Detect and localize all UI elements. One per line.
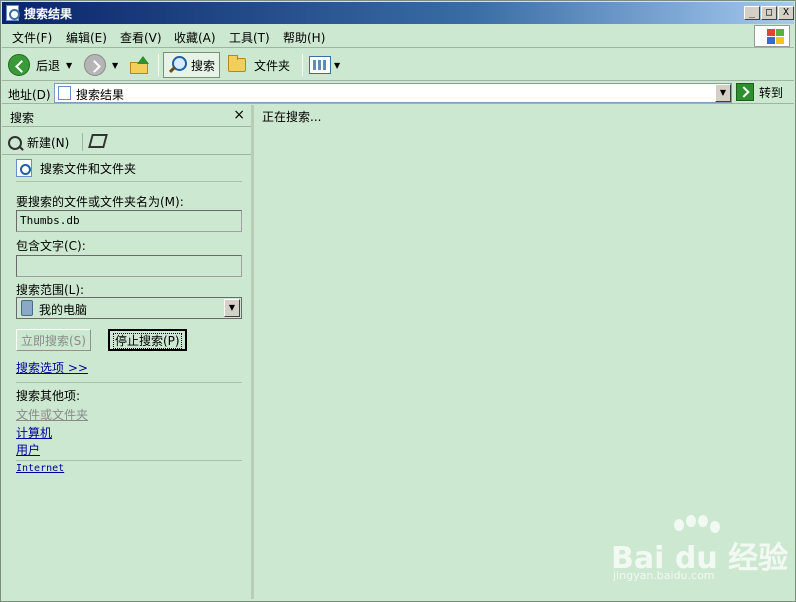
search-results-icon <box>6 5 20 21</box>
scope-select[interactable]: 我的电脑 ▼ <box>16 297 242 319</box>
maximize-button[interactable]: □ <box>761 6 777 20</box>
stop-search-label: 停止搜索(P) <box>113 333 182 349</box>
new-search-label: 新建(N) <box>27 136 70 150</box>
folders-button[interactable]: 文件夹 <box>228 52 290 78</box>
search-options-link[interactable]: 搜索选项 >> <box>16 359 88 376</box>
search-results-icon <box>58 86 71 100</box>
new-search-button[interactable]: 新建(N) <box>8 134 69 151</box>
watermark-url: jingyan.baidu.com <box>613 569 715 582</box>
contains-text-label: 包含文字(C): <box>16 239 86 253</box>
users-link[interactable]: 用户 <box>16 441 40 458</box>
address-value: 搜索结果 <box>76 88 125 102</box>
forward-arrow-icon <box>84 54 106 76</box>
computers-link[interactable]: 计算机 <box>16 424 52 441</box>
search-status-text: 正在搜索... <box>262 110 322 124</box>
search-pane: 搜索 × 新建(N) 搜索文件和文件夹 要搜索的文件或文件夹名为(M): Thu… <box>2 105 254 599</box>
section-title-text: 搜索文件和文件夹 <box>40 161 137 176</box>
back-label: 后退 <box>36 58 61 73</box>
contains-text-input[interactable] <box>16 255 242 277</box>
menu-favorites[interactable]: 收藏(A) <box>174 29 216 46</box>
divider <box>16 460 242 461</box>
scope-label: 搜索范围(L): <box>16 283 85 297</box>
section-title: 搜索文件和文件夹 <box>16 159 136 177</box>
views-icon <box>309 56 331 74</box>
back-button[interactable]: 后退 ▼ <box>8 52 72 78</box>
folder-icon <box>228 55 246 72</box>
forward-button[interactable]: ▼ <box>84 52 118 78</box>
address-field[interactable]: 搜索结果 ▼ <box>54 83 732 103</box>
chevron-down-icon[interactable]: ▼ <box>224 299 240 317</box>
go-label: 转到 <box>759 85 784 100</box>
my-computer-icon <box>21 300 33 316</box>
divider <box>16 181 242 182</box>
search-pane-title: 搜索 <box>10 111 35 125</box>
views-dropdown-icon: ▼ <box>334 60 341 70</box>
menu-file[interactable]: 文件(F) <box>12 29 52 46</box>
menu-help[interactable]: 帮助(H) <box>283 29 325 46</box>
search-other-label: 搜索其他项: <box>16 389 81 403</box>
views-button[interactable]: ▼ <box>309 52 340 78</box>
stop-search-button[interactable]: 停止搜索(P) <box>108 329 187 351</box>
search-label: 搜索 <box>191 58 216 73</box>
search-pane-toolbar: 新建(N) <box>2 129 251 155</box>
address-bar: 地址(D) 搜索结果 ▼ 转到 <box>2 82 794 104</box>
internet-link[interactable]: Internet <box>16 463 64 474</box>
forward-dropdown-icon[interactable]: ▼ <box>112 61 118 70</box>
menu-view[interactable]: 查看(V) <box>120 29 162 46</box>
toolbar: 后退 ▼ ▼ 搜索 文件夹 ▼ <box>2 49 794 81</box>
search-pane-header: 搜索 × <box>2 105 251 127</box>
scope-value: 我的电脑 <box>39 303 88 317</box>
search-button[interactable]: 搜索 <box>163 52 221 78</box>
go-button[interactable]: 转到 <box>736 83 783 101</box>
menu-tools[interactable]: 工具(T) <box>229 29 270 46</box>
address-label: 地址(D) <box>8 88 51 102</box>
filename-input[interactable]: Thumbs.db <box>16 210 242 232</box>
search-now-button[interactable]: 立即搜索(S) <box>16 329 91 351</box>
back-dropdown-icon[interactable]: ▼ <box>66 61 72 70</box>
window-title: 搜索结果 <box>24 7 73 21</box>
name-field-label: 要搜索的文件或文件夹名为(M): <box>16 195 184 209</box>
toolbar-separator <box>302 54 303 76</box>
folders-label: 文件夹 <box>254 58 291 73</box>
explorer-window: 搜索结果 _ □ X 文件(F) 编辑(E) 查看(V) 收藏(A) 工具(T)… <box>0 0 796 602</box>
up-button[interactable] <box>130 52 150 78</box>
go-arrow-icon <box>736 83 754 101</box>
file-search-icon <box>16 159 32 177</box>
back-arrow-icon <box>8 54 30 76</box>
menu-edit[interactable]: 编辑(E) <box>66 29 107 46</box>
windows-logo-icon <box>754 25 790 47</box>
pane-separator <box>82 133 83 151</box>
menu-bar: 文件(F) 编辑(E) 查看(V) 收藏(A) 工具(T) 帮助(H) <box>2 24 794 48</box>
close-pane-icon[interactable]: × <box>233 107 245 123</box>
files-folders-link[interactable]: 文件或文件夹 <box>16 406 88 423</box>
minimize-button[interactable]: _ <box>744 6 760 20</box>
search-companion-icon[interactable] <box>88 134 108 148</box>
close-button[interactable]: X <box>778 6 794 20</box>
up-folder-icon <box>130 56 150 74</box>
toolbar-separator <box>158 54 159 76</box>
divider <box>16 382 242 383</box>
new-search-icon <box>8 135 22 150</box>
address-dropdown-icon[interactable]: ▼ <box>715 84 731 102</box>
search-icon <box>168 56 187 74</box>
title-bar[interactable]: 搜索结果 _ □ X <box>2 2 794 24</box>
